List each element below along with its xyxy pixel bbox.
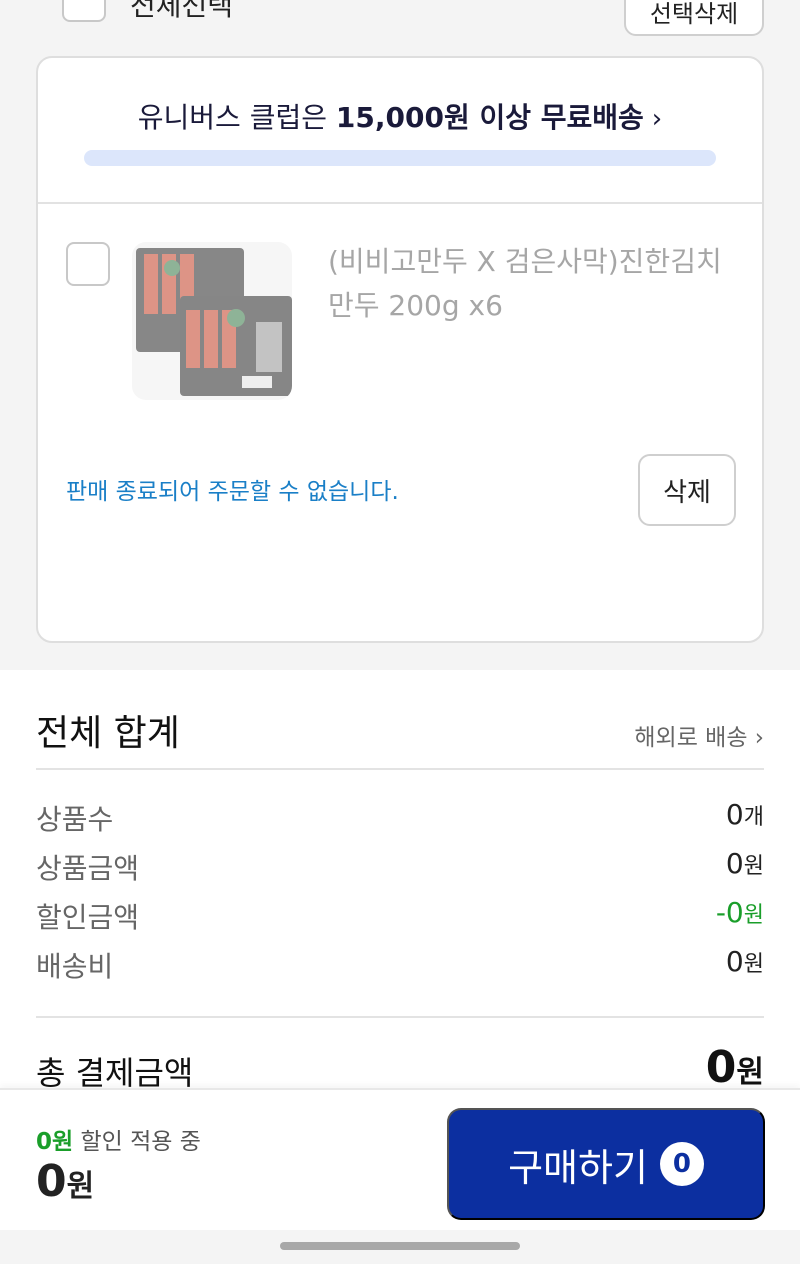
buy-button-label: 구매하기 (508, 1145, 648, 1190)
buy-button[interactable]: 구매하기 0 (447, 1108, 765, 1220)
summary-row-shipping: 배송비 0원 (36, 945, 764, 985)
product-name[interactable]: (비비고만두 X 검은사막)진한김치만두 200g x6 (328, 240, 738, 328)
promo-text-highlight: 15,000원 이상 무료배송 (335, 101, 644, 134)
sold-out-message: 판매 종료되어 주문할 수 없습니다. (66, 479, 399, 505)
bottom-total-amount: 0 (36, 1156, 67, 1207)
select-all-label: 전체선택 (130, 0, 234, 22)
discount-applied-amount: 0원 (36, 1129, 74, 1155)
item-count-value: 0 (725, 798, 744, 831)
summary-divider (36, 1016, 764, 1018)
purchase-bar: 0원 할인 적용 중 0원 구매하기 0 (0, 1088, 800, 1230)
discount-applied-text: 할인 적용 중 (80, 1129, 201, 1155)
home-indicator[interactable] (280, 1242, 520, 1250)
product-thumbnail[interactable] (132, 242, 292, 400)
item-checkbox[interactable] (66, 242, 110, 286)
discount-value: -0 (715, 896, 744, 929)
delete-item-button[interactable]: 삭제 (638, 454, 736, 526)
select-all-checkbox[interactable] (62, 0, 106, 22)
free-shipping-progress-bar (84, 150, 716, 166)
summary-row-value: -0원 (716, 896, 764, 929)
bottom-total-price: 0원 (36, 1156, 94, 1207)
summary-row-value: 0개 (726, 798, 764, 831)
summary-row-label: 상품수 (36, 803, 114, 836)
cart-top-row: 전체선택 선택삭제 (0, 0, 800, 38)
dumpling-package-image (136, 248, 292, 396)
summary-row-label: 상품금액 (36, 852, 140, 885)
item-amount-unit: 원 (743, 854, 764, 879)
overseas-shipping-link[interactable]: 해외로 배송 › (634, 718, 764, 752)
cart-item-card: 유니버스 클럽은 15,000원 이상 무료배송 › (비비고만두 X 검은사막… (36, 56, 764, 643)
summary-row-item-amount: 상품금액 0원 (36, 847, 764, 887)
summary-title: 전체 합계 (36, 713, 180, 754)
system-nav-area (0, 1230, 800, 1264)
delete-selected-button[interactable]: 선택삭제 (624, 0, 764, 36)
buy-count-badge: 0 (659, 1142, 704, 1186)
summary-row-value: 0원 (726, 945, 764, 978)
promo-text-prefix: 유니버스 클럽은 (137, 101, 328, 134)
order-summary: 전체 합계 해외로 배송 › 상품수 0개 상품금액 0원 할인금액 -0원 배… (0, 670, 800, 1100)
summary-row-value: 0원 (726, 847, 764, 880)
summary-row-label: 배송비 (36, 950, 114, 983)
total-payment-unit: 원 (736, 1055, 764, 1090)
discount-applied-line: 0원 할인 적용 중 (36, 1122, 201, 1156)
item-amount-value: 0 (725, 847, 744, 880)
shipping-unit: 원 (743, 952, 764, 977)
chevron-right-icon: › (651, 104, 663, 134)
total-payment-value: 0원 (706, 1042, 764, 1093)
bottom-total-unit: 원 (66, 1169, 95, 1204)
shipping-value: 0 (725, 945, 744, 978)
item-count-unit: 개 (743, 805, 764, 830)
summary-row-item-count: 상품수 0개 (36, 798, 764, 838)
promo-text[interactable]: 유니버스 클럽은 15,000원 이상 무료배송 › (38, 96, 762, 136)
summary-divider (36, 768, 764, 770)
summary-row-discount: 할인금액 -0원 (36, 896, 764, 936)
total-payment-amount: 0 (705, 1042, 737, 1093)
discount-unit: 원 (743, 903, 764, 928)
summary-row-label: 할인금액 (36, 901, 140, 934)
free-shipping-promo[interactable]: 유니버스 클럽은 15,000원 이상 무료배송 › (38, 58, 762, 204)
